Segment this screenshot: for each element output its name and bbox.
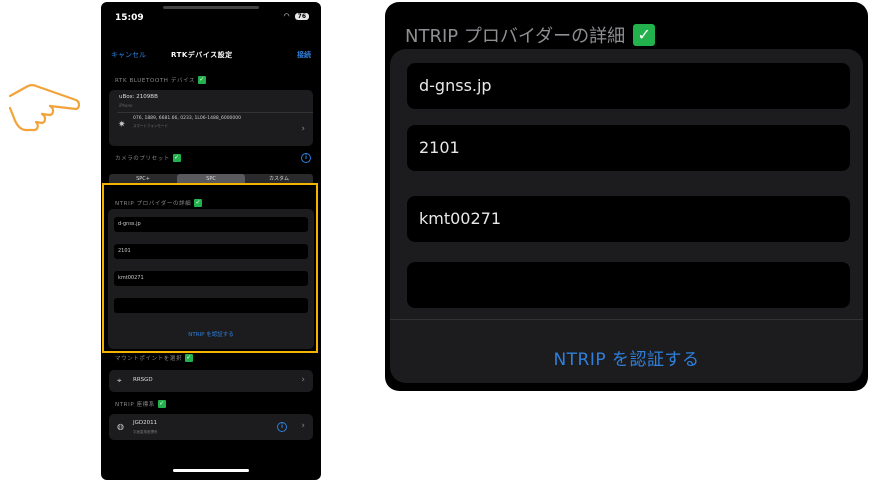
checkmark-icon: ✓ [198, 76, 207, 84]
info-icon[interactable]: i [301, 153, 311, 163]
zoom-password-field[interactable] [407, 262, 850, 308]
mount-point-row[interactable]: ⌖ RRSGD › [109, 370, 313, 392]
chevron-right-icon: › [301, 421, 305, 431]
satellite-icon: ✷ [118, 120, 126, 130]
checkmark-icon: ✓ [633, 24, 656, 46]
device-sub: iPhone [119, 103, 133, 108]
section-datum: NTRIP 座標系 ✓ [115, 400, 166, 408]
section-bluetooth-label: RTK BLUETOOTH デバイス [115, 78, 196, 84]
zoom-host-field[interactable]: d-gnss.jp [407, 63, 850, 109]
divider [117, 112, 313, 113]
globe-icon: ◍ [117, 422, 124, 431]
section-bluetooth: RTK BLUETOOTH デバイス ✓ [115, 76, 207, 84]
zoom-section-title: NTRIP プロバイダーの詳細 ✓ [405, 22, 656, 48]
pointing-hand-icon [8, 84, 81, 132]
section-preset: カメラのプリセット ✓ [115, 154, 181, 162]
datum-sub: 平面直角座標系 [133, 430, 158, 434]
device-name: uBox: 2109BB [119, 94, 158, 100]
device-info-sub: スマートフォンモード [133, 124, 168, 128]
battery-badge: 76 [294, 12, 309, 20]
device-info: 076, 1889, 6681.66, 0233, 1L06-1488_6000… [133, 116, 242, 121]
zoomed-ntrip-panel: NTRIP プロバイダーの詳細 ✓ d-gnss.jp 2101 kmt0027… [385, 2, 868, 391]
home-indicator [173, 469, 249, 472]
sheet-grabber [163, 6, 259, 9]
chevron-right-icon: › [301, 124, 305, 134]
checkmark-icon: ✓ [157, 400, 166, 408]
highlight-frame [102, 183, 318, 353]
section-mount-label: マウントポイントを選択 [115, 356, 183, 362]
checkmark-icon: ✓ [172, 154, 181, 162]
nav-bar: キャンセル RTKデバイス設定 接続 [101, 46, 321, 62]
chevron-right-icon: › [301, 375, 305, 385]
datum-row[interactable]: ◍ JGD2011 平面直角座標系 i › [109, 414, 313, 440]
section-preset-label: カメラのプリセット [115, 156, 170, 162]
checkmark-icon: ✓ [185, 354, 194, 362]
device-card[interactable]: uBox: 2109BB iPhone ✷ 076, 1889, 6681.66… [109, 90, 313, 146]
wifi-icon: ◠ [283, 12, 290, 20]
zoom-user-field[interactable]: kmt00271 [407, 196, 850, 242]
divider [390, 319, 863, 320]
zoom-port-field[interactable]: 2101 [407, 125, 850, 171]
antenna-icon: ⌖ [117, 376, 122, 385]
connect-button[interactable]: 接続 [297, 50, 311, 60]
zoom-ntrip-card: d-gnss.jp 2101 kmt00271 NTRIP を認証する [390, 49, 863, 383]
datum-value: JGD2011 [133, 420, 158, 426]
status-right: ◠ 76 [284, 12, 309, 20]
zoom-authenticate-button[interactable]: NTRIP を認証する [390, 345, 863, 370]
zoom-title-label: NTRIP プロバイダーの詳細 [405, 26, 626, 47]
section-mount: マウントポイントを選択 ✓ [115, 354, 194, 362]
mount-point-value: RRSGD [133, 377, 153, 383]
cancel-button[interactable]: キャンセル [111, 50, 146, 60]
nav-title: RTKデバイス設定 [171, 51, 233, 59]
info-icon[interactable]: i [277, 422, 287, 432]
section-datum-label: NTRIP 座標系 [115, 402, 155, 408]
status-time: 15:09 [115, 13, 144, 23]
